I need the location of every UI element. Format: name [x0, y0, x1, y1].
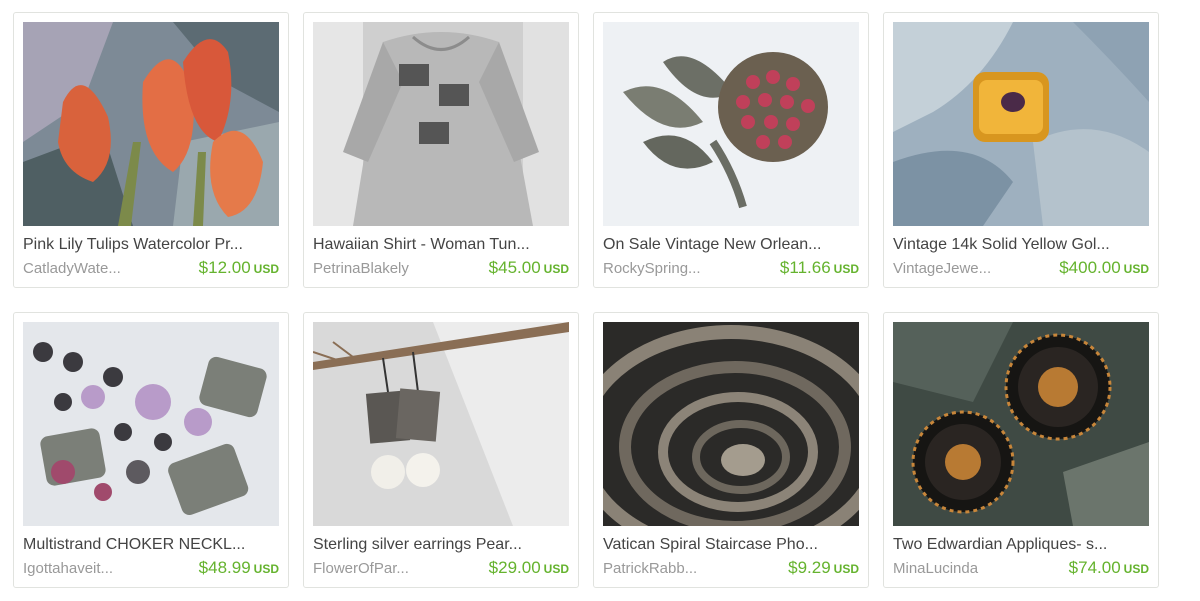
price-amount: $74.00: [1068, 558, 1121, 577]
listing-grid: Pink Lily Tulips Watercolor Pr... Catlad…: [0, 0, 1200, 601]
listing-title[interactable]: Vatican Spiral Staircase Pho...: [603, 536, 861, 554]
listing-title[interactable]: Sterling silver earrings Pear...: [313, 536, 571, 554]
price-amount: $400.00: [1059, 258, 1121, 277]
pearl-earrings-image[interactable]: [313, 322, 569, 526]
spiral-staircase-image[interactable]: [603, 322, 859, 526]
shop-name[interactable]: FlowerOfPar...: [313, 560, 443, 577]
dragonfly-shirt-image[interactable]: [313, 22, 569, 226]
price-currency: USD: [253, 262, 279, 276]
shop-name[interactable]: VintageJewe...: [893, 260, 1023, 277]
listing-price: $48.99 USD: [199, 558, 279, 578]
listing-price: $400.00 USD: [1059, 258, 1149, 278]
price-currency: USD: [1123, 562, 1149, 576]
gold-ring-image[interactable]: [893, 22, 1149, 226]
listing-title[interactable]: Multistrand CHOKER NECKL...: [23, 536, 281, 554]
shop-name[interactable]: Igottahaveit...: [23, 560, 153, 577]
listing-price: $12.00 USD: [199, 258, 279, 278]
listing-card[interactable]: On Sale Vintage New Orlean... RockySprin…: [593, 12, 869, 288]
listing-card[interactable]: Sterling silver earrings Pear... FlowerO…: [303, 312, 579, 588]
listing-card[interactable]: Multistrand CHOKER NECKL... Igottahaveit…: [13, 312, 289, 588]
listing-title[interactable]: On Sale Vintage New Orlean...: [603, 236, 861, 254]
price-amount: $29.00: [488, 558, 541, 577]
listing-price: $9.29 USD: [788, 558, 859, 578]
price-currency: USD: [543, 562, 569, 576]
listing-price: $45.00 USD: [489, 258, 569, 278]
shop-name[interactable]: RockySpring...: [603, 260, 733, 277]
shop-name[interactable]: MinaLucinda: [893, 560, 1023, 577]
price-currency: USD: [833, 562, 859, 576]
shop-name[interactable]: PetrinaBlakely: [313, 260, 443, 277]
listing-card[interactable]: Vatican Spiral Staircase Pho... PatrickR…: [593, 312, 869, 588]
listing-card[interactable]: Vintage 14k Solid Yellow Gol... VintageJ…: [883, 12, 1159, 288]
listing-title[interactable]: Pink Lily Tulips Watercolor Pr...: [23, 236, 281, 254]
price-currency: USD: [833, 262, 859, 276]
price-amount: $48.99: [198, 558, 251, 577]
listing-card[interactable]: Two Edwardian Appliques- s... MinaLucind…: [883, 312, 1159, 588]
watercolor-tulips-image[interactable]: [23, 22, 279, 226]
listing-title[interactable]: Vintage 14k Solid Yellow Gol...: [893, 236, 1151, 254]
price-currency: USD: [253, 562, 279, 576]
listing-price: $29.00 USD: [489, 558, 569, 578]
shop-name[interactable]: PatrickRabb...: [603, 560, 733, 577]
price-currency: USD: [543, 262, 569, 276]
listing-card[interactable]: Pink Lily Tulips Watercolor Pr... Catlad…: [13, 12, 289, 288]
listing-card[interactable]: Hawaiian Shirt - Woman Tun... PetrinaBla…: [303, 12, 579, 288]
edwardian-appliques-image[interactable]: [893, 322, 1149, 526]
listing-price: $11.66 USD: [780, 258, 859, 278]
flower-brooch-image[interactable]: [603, 22, 859, 226]
shop-name[interactable]: CatladyWate...: [23, 260, 153, 277]
listing-price: $74.00 USD: [1069, 558, 1149, 578]
price-amount: $12.00: [198, 258, 251, 277]
listing-title[interactable]: Two Edwardian Appliques- s...: [893, 536, 1151, 554]
price-amount: $9.29: [788, 558, 831, 577]
price-currency: USD: [1123, 262, 1149, 276]
price-amount: $45.00: [488, 258, 541, 277]
bead-necklace-image[interactable]: [23, 322, 279, 526]
price-amount: $11.66: [779, 258, 831, 277]
listing-title[interactable]: Hawaiian Shirt - Woman Tun...: [313, 236, 571, 254]
